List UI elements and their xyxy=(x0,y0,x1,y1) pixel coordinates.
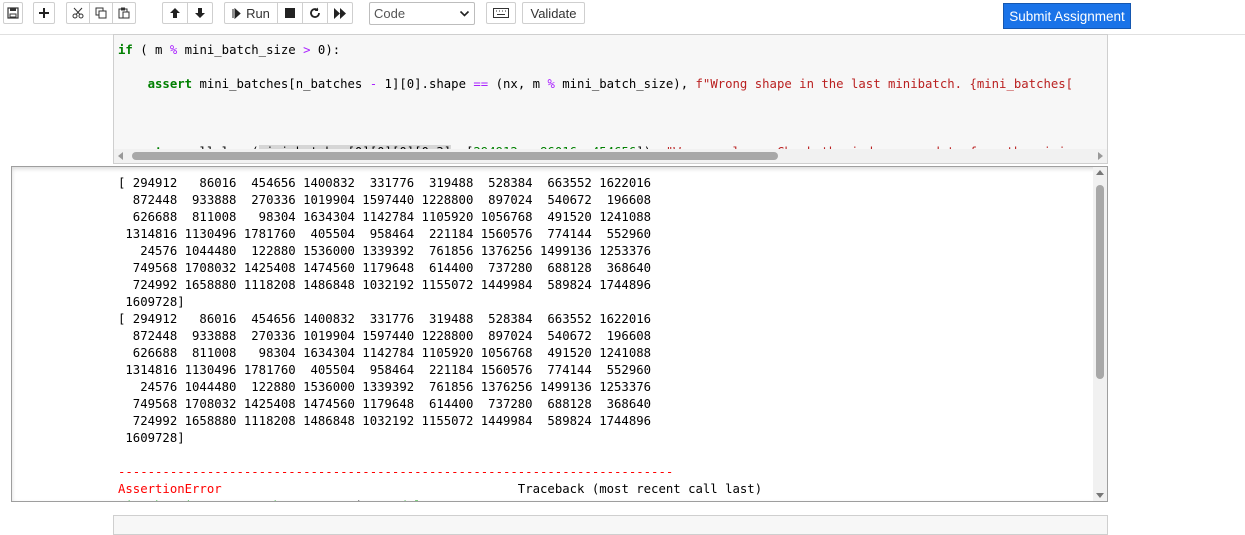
cell-type-select[interactable]: Code xyxy=(369,2,475,25)
move-up-icon[interactable] xyxy=(162,2,188,24)
horizontal-scrollbar[interactable] xyxy=(114,149,1107,163)
next-code-cell[interactable] xyxy=(113,515,1108,535)
stop-icon[interactable] xyxy=(277,2,303,24)
output-line: 724992 1658880 1118208 1486848 1032192 1… xyxy=(118,414,652,428)
output-line: [ 294912 86016 454656 1400832 331776 319… xyxy=(118,312,652,326)
run-icon xyxy=(232,7,241,19)
scroll-up-icon[interactable] xyxy=(1096,170,1104,176)
output-line: [ 294912 86016 454656 1400832 331776 319… xyxy=(118,176,652,190)
module-reference: <module> xyxy=(377,499,436,501)
output-line: 872448 933888 270336 1019904 1597440 122… xyxy=(118,193,652,207)
output-line: 626688 811008 98304 1634304 1142784 1105… xyxy=(118,346,652,360)
traceback-label: Traceback (most recent call last) xyxy=(517,482,763,496)
input-reference: <ipython-input-33-e30be610c9e7> xyxy=(118,499,348,501)
output-line: 626688 811008 98304 1634304 1142784 1105… xyxy=(118,210,652,224)
validate-label: Validate xyxy=(530,5,577,21)
cell-output: [ 294912 86016 454656 1400832 331776 319… xyxy=(11,166,1108,502)
output-line: 1314816 1130496 1781760 405504 958464 22… xyxy=(118,363,652,377)
scroll-down-icon[interactable] xyxy=(1096,492,1104,498)
validate-button[interactable]: Validate xyxy=(522,2,585,24)
run-label: Run xyxy=(246,5,270,21)
output-text: [ 294912 86016 454656 1400832 331776 319… xyxy=(118,175,762,501)
code-line: if ( m % mini_batch_size > 0): xyxy=(118,43,341,57)
chevron-down-icon xyxy=(459,10,470,17)
scroll-right-icon[interactable] xyxy=(1097,152,1103,160)
output-line: 24576 1044480 122880 1536000 1339392 761… xyxy=(118,380,652,394)
submit-assignment-button[interactable]: Submit Assignment xyxy=(1003,3,1131,29)
scrollbar-thumb[interactable] xyxy=(132,152,778,160)
output-line: 1609728] xyxy=(118,431,185,445)
code-editor[interactable]: if ( m % mini_batch_size > 0): assert mi… xyxy=(118,35,1074,163)
keyboard-icon[interactable] xyxy=(486,2,516,24)
save-icon[interactable] xyxy=(3,2,23,24)
scroll-left-icon[interactable] xyxy=(118,152,124,160)
error-divider: ----------------------------------------… xyxy=(118,465,674,479)
output-line: 749568 1708032 1425408 1474560 1179648 6… xyxy=(118,261,652,275)
code-line: assert mini_batches[n_batches - 1][0].sh… xyxy=(147,77,1074,91)
fast-forward-icon[interactable] xyxy=(327,2,353,24)
output-line: 24576 1044480 122880 1536000 1339392 761… xyxy=(118,244,652,258)
add-cell-icon[interactable] xyxy=(33,2,55,24)
paste-icon[interactable] xyxy=(112,2,136,24)
move-down-icon[interactable] xyxy=(187,2,213,24)
output-line: 724992 1658880 1118208 1486848 1032192 1… xyxy=(118,278,652,292)
notebook-toolbar: Run Code Validate Submit Assignment xyxy=(0,0,1245,30)
output-line: 749568 1708032 1425408 1474560 1179648 6… xyxy=(118,397,652,411)
copy-icon[interactable] xyxy=(89,2,113,24)
scrollbar-thumb[interactable] xyxy=(1096,185,1104,379)
cut-icon[interactable] xyxy=(66,2,90,24)
output-line: 1314816 1130496 1781760 405504 958464 22… xyxy=(118,227,652,241)
error-name: AssertionError xyxy=(118,482,222,496)
code-cell[interactable]: if ( m % mini_batch_size > 0): assert mi… xyxy=(113,34,1108,164)
submit-label: Submit Assignment xyxy=(1009,8,1125,24)
restart-icon[interactable] xyxy=(302,2,328,24)
output-line: 1609728] xyxy=(118,295,185,309)
run-button[interactable]: Run xyxy=(224,2,278,24)
cell-type-value: Code xyxy=(374,6,406,21)
error-location: <ipython-input-33-e30be610c9e7> in <modu… xyxy=(118,498,762,501)
output-line: 872448 933888 270336 1019904 1597440 122… xyxy=(118,329,652,343)
error-header: AssertionError Traceback (most recent ca… xyxy=(118,481,762,498)
vertical-scrollbar[interactable] xyxy=(1093,167,1107,501)
